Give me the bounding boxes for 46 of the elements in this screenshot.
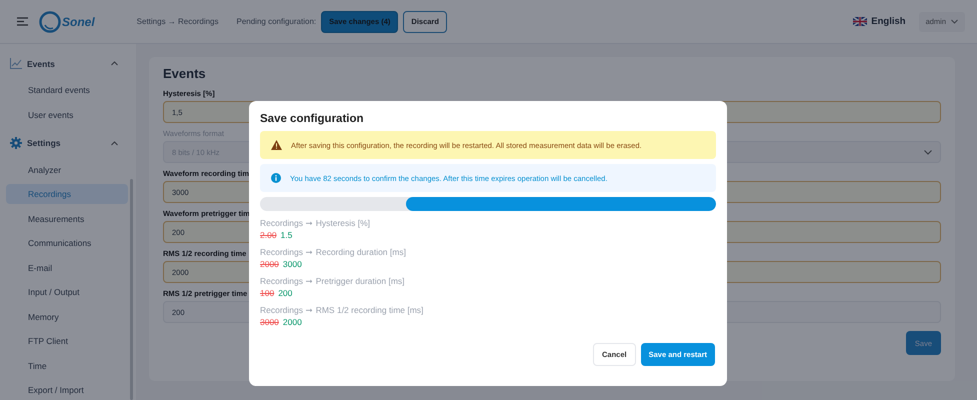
logo[interactable]: Sonel [39,10,95,32]
chevron-icon [111,140,118,146]
flag-icon [853,17,868,26]
new-value: 1.5 [280,230,292,240]
sidebar-item[interactable]: Communications [6,233,128,253]
change-path: Recordings ➞ Recording duration [ms] [260,246,407,258]
pending-label: Pending configuration: [236,17,316,26]
change-path: Recordings ➞ RMS 1/2 recording time [ms] [260,304,424,316]
warning-icon [271,140,282,150]
info-icon [271,173,281,183]
new-value: 3000 [282,259,302,269]
old-value: 2000 [260,259,279,269]
sidebar-item[interactable]: Export / Import [6,380,128,400]
dialog-title: Save configuration [260,113,365,125]
old-value: 2.00 [260,230,277,240]
sidebar-item[interactable]: Recordings [6,184,128,204]
sidebar-item[interactable]: FTP Client [6,331,128,351]
sidebar-item[interactable]: Input / Output [6,282,128,302]
chart-icon [10,58,22,69]
chevron-down-icon [951,19,958,24]
group-label: Settings [27,138,62,148]
language-selector[interactable]: English [871,16,906,27]
new-value: 2000 [282,317,302,327]
new-value: 200 [278,288,292,298]
change-path: Recordings ➞ Pretrigger duration [ms] [260,275,406,287]
sidebar-group[interactable]: Events [10,55,128,72]
sidebar-item[interactable]: Measurements [6,208,128,228]
old-value: 3000 [260,317,279,327]
sidebar-item[interactable]: Time [6,356,128,376]
sidebar-item[interactable]: Standard events [6,80,128,100]
sidebar-item[interactable]: Analyzer [6,160,128,180]
chevron-down-icon [924,150,932,154]
old-value: 100 [260,288,274,298]
sidebar-group[interactable]: Settings [10,134,128,152]
sidebar-item[interactable]: E-mail [6,258,128,278]
logo-swirl-icon [39,10,61,32]
breadcrumb: Settings → Recordings [136,17,218,26]
sidebar-item[interactable]: User events [6,104,128,124]
menu-icon[interactable] [17,17,28,26]
logo-text: Sonel [62,14,95,28]
card-title: Events [163,66,207,81]
group-label: Events [27,58,56,68]
gear-icon [10,137,22,149]
change-path: Recordings ➞ Hysteresis [%] [260,217,372,229]
sidebar-item[interactable]: Memory [6,306,128,326]
chevron-icon [111,61,118,66]
